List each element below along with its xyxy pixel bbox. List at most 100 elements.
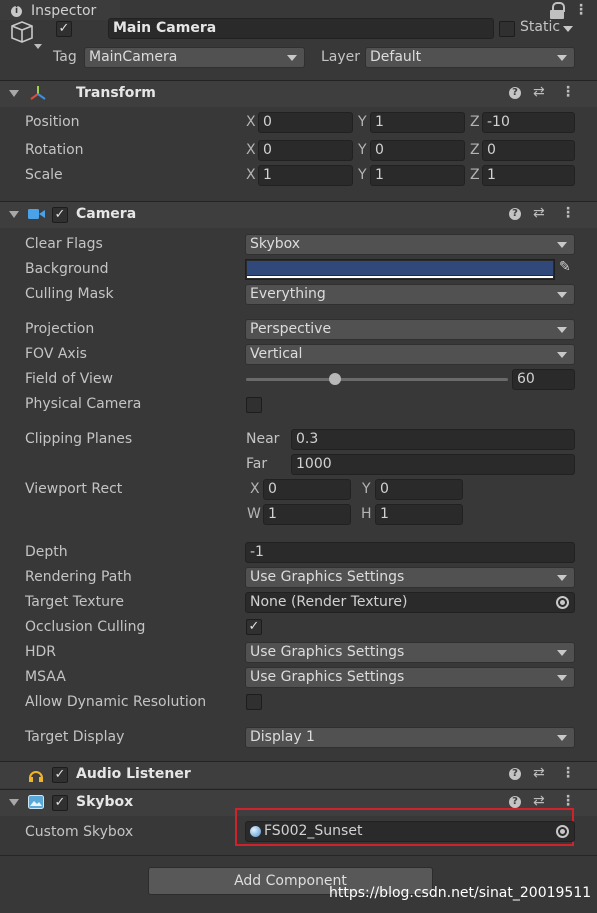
viewport-w-field[interactable]: 1 [263, 504, 351, 525]
layer-dropdown[interactable]: Default [365, 47, 575, 68]
static-label: Static [520, 19, 561, 35]
rotation-z-field[interactable]: 0 [482, 140, 575, 161]
near-label[interactable]: Near [246, 431, 279, 447]
help-icon[interactable]: ? [509, 768, 521, 780]
culling-mask-dropdown[interactable]: Everything [245, 284, 575, 305]
position-x-field[interactable]: 0 [258, 112, 353, 133]
component-menu-icon[interactable]: ⋮ [561, 793, 575, 809]
chevron-down-icon [557, 650, 567, 656]
fov-value-field[interactable]: 60 [512, 369, 575, 390]
rotation-x-field[interactable]: 0 [258, 140, 353, 161]
target-display-dropdown[interactable]: Display 1 [245, 727, 575, 748]
foldout-arrow-icon[interactable] [9, 90, 19, 97]
tag-dropdown[interactable]: MainCamera [84, 47, 305, 68]
viewport-h-label[interactable]: H [361, 506, 372, 522]
transform-header[interactable]: Transform ? ⇄ ⋮ [0, 80, 597, 107]
material-icon [250, 826, 261, 837]
gameobject-icon-dropdown-arrow[interactable] [34, 44, 42, 49]
foldout-arrow-icon[interactable] [9, 799, 19, 806]
tab-title: Inspector [31, 3, 97, 19]
rendering-path-dropdown[interactable]: Use Graphics Settings [245, 567, 575, 588]
physical-camera-label: Physical Camera [25, 396, 142, 412]
viewport-y-label[interactable]: Y [362, 481, 371, 497]
fov-slider-thumb[interactable] [329, 373, 342, 385]
chevron-down-icon [287, 55, 297, 61]
gameobject-name-field[interactable]: Main Camera [108, 18, 494, 39]
rendering-path-value: Use Graphics Settings [250, 569, 405, 585]
object-picker-icon[interactable] [556, 596, 569, 609]
allow-dynamic-resolution-checkbox[interactable] [246, 694, 262, 710]
axis-z-label[interactable]: Z [470, 114, 480, 130]
transform-icon [30, 85, 46, 101]
axis-x-label[interactable]: X [246, 114, 256, 130]
depth-field[interactable]: -1 [245, 542, 575, 563]
presets-icon[interactable]: ⇄ [533, 765, 545, 781]
foldout-arrow-icon[interactable] [9, 211, 19, 218]
fov-axis-dropdown[interactable]: Vertical [245, 344, 575, 365]
custom-skybox-field[interactable]: FS002_Sunset [245, 821, 575, 842]
viewport-y-field[interactable]: 0 [375, 479, 463, 500]
scale-z-field[interactable]: 1 [482, 165, 575, 186]
depth-label: Depth [25, 544, 68, 560]
scale-label: Scale [25, 167, 63, 183]
presets-icon[interactable]: ⇄ [533, 84, 545, 100]
chevron-down-icon [557, 675, 567, 681]
camera-enabled-checkbox[interactable]: ✓ [52, 207, 68, 223]
background-color-field[interactable] [245, 259, 555, 280]
viewport-x-field[interactable]: 0 [263, 479, 351, 500]
rotation-y-field[interactable]: 0 [370, 140, 465, 161]
chevron-down-icon [557, 327, 567, 333]
position-y-field[interactable]: 1 [370, 112, 465, 133]
audio-listener-enabled-checkbox[interactable]: ✓ [52, 767, 68, 783]
occlusion-culling-checkbox[interactable]: ✓ [246, 619, 262, 635]
msaa-label: MSAA [25, 669, 66, 685]
position-z-field[interactable]: -10 [482, 112, 575, 133]
camera-title: Camera [76, 206, 137, 222]
axis-x-label[interactable]: X [246, 167, 256, 183]
axis-y-label[interactable]: Y [358, 142, 367, 158]
target-texture-field[interactable]: None (Render Texture) [245, 592, 575, 613]
viewport-h-field[interactable]: 1 [375, 504, 463, 525]
help-icon[interactable]: ? [509, 796, 521, 808]
physical-camera-checkbox[interactable] [246, 397, 262, 413]
tag-label: Tag [53, 49, 77, 65]
fov-slider-track[interactable] [246, 378, 508, 381]
axis-y-label[interactable]: Y [358, 167, 367, 183]
hdr-dropdown[interactable]: Use Graphics Settings [245, 642, 575, 663]
eyedropper-icon[interactable]: ✎ [559, 259, 573, 277]
clear-flags-dropdown[interactable]: Skybox [245, 234, 575, 255]
presets-icon[interactable]: ⇄ [533, 793, 545, 809]
axis-x-label[interactable]: X [246, 142, 256, 158]
component-menu-icon[interactable]: ⋮ [561, 205, 575, 221]
audio-listener-header[interactable]: ✓ Audio Listener ? ⇄ ⋮ [0, 761, 597, 788]
static-checkbox[interactable] [499, 21, 515, 37]
help-icon[interactable]: ? [509, 208, 521, 220]
target-display-value: Display 1 [250, 729, 315, 745]
axis-y-label[interactable]: Y [358, 114, 367, 130]
far-label[interactable]: Far [246, 456, 267, 472]
presets-icon[interactable]: ⇄ [533, 205, 545, 221]
viewport-w-label[interactable]: W [247, 506, 261, 522]
axis-z-label[interactable]: Z [470, 142, 480, 158]
window-menu-icon[interactable]: ⋮ [574, 2, 588, 18]
near-field[interactable]: 0.3 [291, 429, 575, 450]
viewport-x-label[interactable]: X [250, 481, 260, 497]
axis-z-label[interactable]: Z [470, 167, 480, 183]
inspector-tab[interactable]: i Inspector [0, 0, 120, 20]
far-field[interactable]: 1000 [291, 454, 575, 475]
component-menu-icon[interactable]: ⋮ [561, 765, 575, 781]
projection-dropdown[interactable]: Perspective [245, 319, 575, 340]
scale-x-field[interactable]: 1 [258, 165, 353, 186]
help-icon[interactable]: ? [509, 87, 521, 99]
component-menu-icon[interactable]: ⋮ [561, 84, 575, 100]
msaa-dropdown[interactable]: Use Graphics Settings [245, 667, 575, 688]
lock-body-icon [550, 10, 564, 19]
hdr-value: Use Graphics Settings [250, 644, 405, 660]
skybox-enabled-checkbox[interactable]: ✓ [52, 795, 68, 811]
static-dropdown-arrow[interactable] [563, 26, 573, 32]
scale-y-field[interactable]: 1 [370, 165, 465, 186]
object-picker-icon[interactable] [556, 825, 569, 838]
projection-label: Projection [25, 321, 95, 337]
gameobject-active-checkbox[interactable]: ✓ [56, 21, 72, 37]
camera-header[interactable]: ✓ Camera ? ⇄ ⋮ [0, 201, 597, 228]
